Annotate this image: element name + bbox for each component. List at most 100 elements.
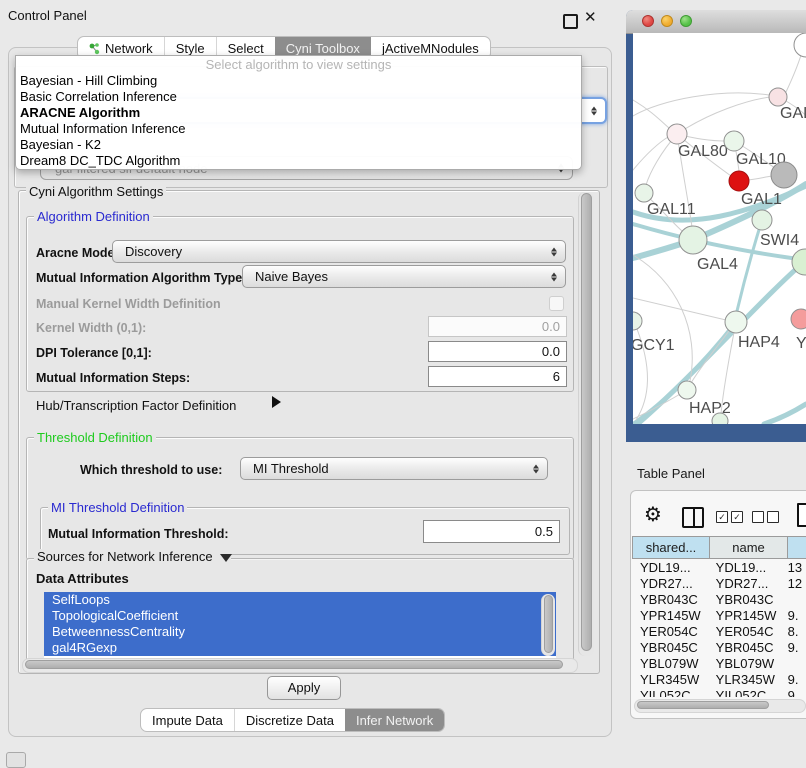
hub-definition-label[interactable]: Hub/Transcription Factor Definition bbox=[36, 398, 236, 413]
table-row[interactable]: YPR145WYPR145W9. bbox=[632, 608, 806, 624]
network-edge[interactable] bbox=[764, 404, 806, 424]
node-swi4[interactable] bbox=[752, 210, 772, 230]
algorithm-option[interactable]: Dream8 DC_TDC Algorithm bbox=[16, 153, 581, 169]
float-window-icon[interactable] bbox=[563, 14, 578, 29]
table-row[interactable]: YBR045CYBR045C9. bbox=[632, 640, 806, 656]
node-gcy1-label: GCY1 bbox=[633, 337, 675, 354]
table-header-row[interactable]: shared...nameA bbox=[632, 536, 806, 559]
settings-horizontal-scrollbar[interactable] bbox=[22, 658, 578, 673]
aracne-mode-label: Aracne Mode: bbox=[36, 246, 119, 260]
attribute-item[interactable]: gal4RGexp bbox=[44, 640, 556, 656]
table-row[interactable]: YBR043CYBR043C bbox=[632, 592, 806, 608]
minimize-traffic-light-icon[interactable] bbox=[661, 15, 673, 27]
export-table-icon[interactable] bbox=[797, 503, 806, 527]
aracne-mode-combobox[interactable]: Discovery bbox=[112, 240, 566, 263]
collapse-arrow-icon[interactable] bbox=[220, 554, 232, 562]
select-all-icon[interactable]: ✓ ✓ bbox=[716, 511, 743, 523]
algorithm-option[interactable]: Basic Correlation Inference bbox=[16, 89, 581, 105]
algorithm-option[interactable]: Mutual Information Inference bbox=[16, 121, 581, 137]
column-header-name[interactable]: name bbox=[710, 536, 788, 559]
algorithm-option[interactable]: Bayesian - K2 bbox=[16, 137, 581, 153]
sources-group-title[interactable]: Sources for Network Inference bbox=[34, 549, 231, 564]
column-header-A[interactable]: A bbox=[788, 536, 806, 559]
table-cell: YDR27... bbox=[712, 576, 784, 592]
deselect-all-icon[interactable] bbox=[752, 511, 779, 523]
mi-type-combobox[interactable]: Naive Bayes bbox=[242, 265, 566, 288]
network-edge[interactable] bbox=[633, 93, 769, 116]
mi-steps-field[interactable]: 6 bbox=[428, 366, 567, 387]
attribute-item[interactable]: TopologicalCoefficient bbox=[44, 608, 556, 624]
data-attributes-list[interactable]: SelfLoopsTopologicalCoefficientBetweenne… bbox=[44, 592, 556, 658]
table-cell: YDL19... bbox=[632, 560, 712, 576]
table-horizontal-scrollbar[interactable] bbox=[634, 699, 806, 713]
algorithm-definition-title: Algorithm Definition bbox=[34, 209, 153, 224]
chevron-updown-icon bbox=[551, 247, 557, 256]
manual-kernel-label: Manual Kernel Width Definition bbox=[36, 297, 221, 311]
network-edge[interactable] bbox=[633, 100, 669, 128]
node-hap2[interactable] bbox=[678, 381, 696, 399]
table-row[interactable]: YER054CYER054C8. bbox=[632, 624, 806, 640]
node-gray[interactable] bbox=[771, 162, 797, 188]
node-gal-top-label: GAL bbox=[780, 105, 806, 122]
close-window-icon[interactable]: ✕ bbox=[584, 8, 597, 26]
column-header-shared...[interactable]: shared... bbox=[632, 536, 710, 559]
table-row[interactable]: YDR27...YDR27...12 bbox=[632, 576, 806, 592]
split-columns-icon[interactable] bbox=[682, 507, 704, 528]
zoom-traffic-light-icon[interactable] bbox=[680, 15, 692, 27]
mi-threshold-group-title: MI Threshold Definition bbox=[48, 500, 187, 515]
mi-threshold-field[interactable]: 0.5 bbox=[423, 520, 560, 543]
mi-steps-label: Mutual Information Steps: bbox=[36, 371, 190, 385]
gear-icon[interactable]: ⚙ bbox=[644, 502, 662, 527]
node-gal-top[interactable] bbox=[769, 88, 787, 106]
split-divider bbox=[693, 509, 695, 526]
kernel-width-field[interactable]: 0.0 bbox=[428, 316, 567, 337]
node-gal10[interactable] bbox=[724, 131, 744, 151]
tab-infer-network[interactable]: Infer Network bbox=[345, 709, 444, 731]
node-gal4[interactable] bbox=[679, 226, 707, 254]
node-gal11[interactable] bbox=[635, 184, 653, 202]
table-cell: YBL079W bbox=[632, 656, 712, 672]
popup-hint: Select algorithm to view settings bbox=[16, 56, 581, 73]
minimized-panel-icon[interactable] bbox=[6, 752, 26, 768]
table-row[interactable]: YIL052CYIL052C9 bbox=[632, 688, 806, 697]
dpi-tolerance-field[interactable]: 0.0 bbox=[428, 341, 567, 362]
table-cell: 9 bbox=[784, 688, 806, 697]
algorithm-option[interactable]: ARACNE Algorithm bbox=[16, 105, 581, 121]
network-edge[interactable] bbox=[748, 176, 772, 180]
tab-impute-data[interactable]: Impute Data bbox=[141, 709, 234, 731]
cyni-settings-group-title: Cyni Algorithm Settings bbox=[26, 184, 166, 199]
network-edge[interactable] bbox=[633, 298, 726, 320]
table-row[interactable]: YBL079WYBL079W bbox=[632, 656, 806, 672]
algorithm-dropdown-popup: Select algorithm to view settings Bayesi… bbox=[15, 55, 582, 170]
table-cell: YIL052C bbox=[712, 688, 784, 697]
which-threshold-combobox[interactable]: MI Threshold bbox=[240, 457, 548, 480]
network-edge[interactable] bbox=[737, 220, 762, 311]
node-gal1[interactable] bbox=[729, 171, 749, 191]
node-bottom-green[interactable] bbox=[712, 413, 728, 424]
node-gcy1[interactable] bbox=[633, 312, 642, 330]
algorithm-option[interactable]: Bayesian - Hill Climbing bbox=[16, 73, 581, 89]
dpi-tolerance-label: DPI Tolerance [0,1]: bbox=[36, 346, 152, 360]
tab-discretize-data[interactable]: Discretize Data bbox=[234, 709, 345, 731]
table-row[interactable]: YLR345WYLR345W9. bbox=[632, 672, 806, 688]
node-gal80[interactable] bbox=[667, 124, 687, 144]
apply-button[interactable]: Apply bbox=[267, 676, 341, 700]
network-edge[interactable] bbox=[677, 97, 770, 134]
table-row[interactable]: YDL19...YDL19...13 bbox=[632, 560, 806, 576]
table-cell: YER054C bbox=[632, 624, 712, 640]
close-traffic-light-icon[interactable] bbox=[642, 15, 654, 27]
table-cell bbox=[784, 592, 806, 608]
network-canvas[interactable]: GALGAL80GAL10GAL1GAL11GAL4SWI4HAP4YGCY1H… bbox=[633, 33, 806, 424]
node-salmon[interactable] bbox=[791, 309, 806, 329]
manual-kernel-checkbox[interactable] bbox=[549, 296, 564, 311]
node-hap4[interactable] bbox=[725, 311, 747, 333]
network-edge[interactable] bbox=[633, 137, 668, 170]
settings-vertical-scrollbar[interactable] bbox=[578, 192, 594, 656]
network-window-titlebar[interactable] bbox=[626, 10, 806, 34]
expand-arrow-icon[interactable] bbox=[272, 396, 281, 408]
checked-box-icon: ✓ bbox=[716, 511, 728, 523]
attribute-item[interactable]: SelfLoops bbox=[44, 592, 556, 608]
attributes-list-scrollbar[interactable] bbox=[541, 594, 555, 656]
node-corner[interactable] bbox=[794, 33, 806, 57]
attribute-item[interactable]: BetweennessCentrality bbox=[44, 624, 556, 640]
